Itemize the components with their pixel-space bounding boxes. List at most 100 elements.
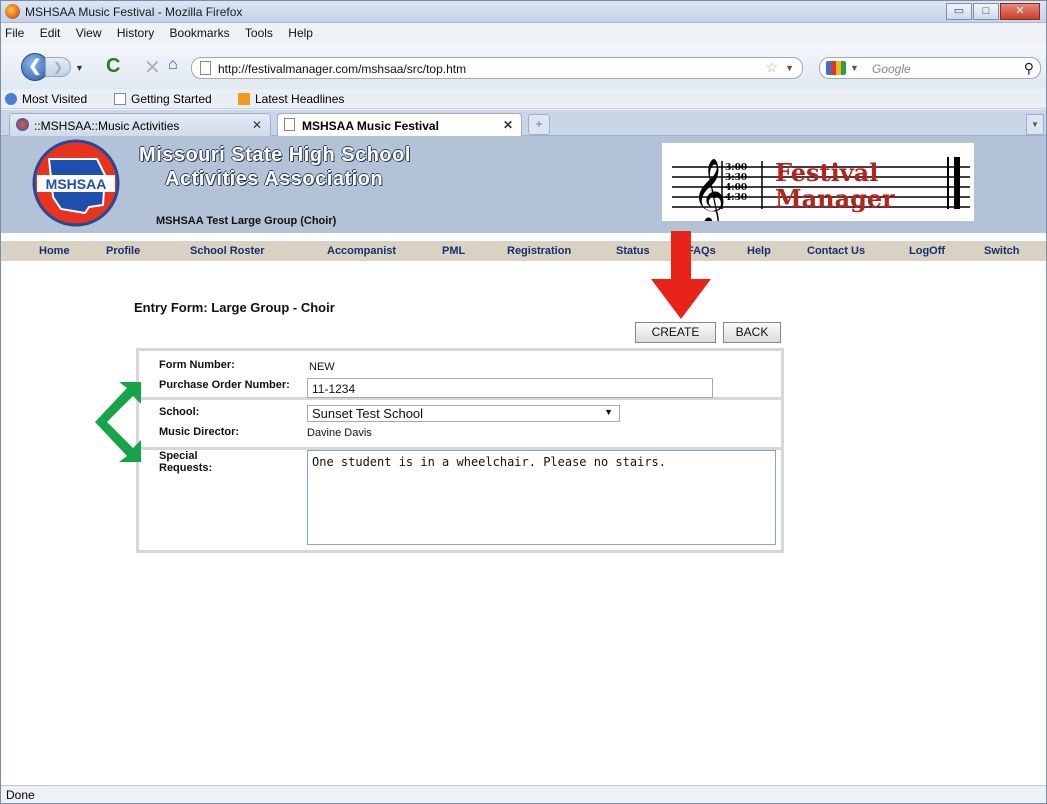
menu-edit[interactable]: Edit xyxy=(34,23,67,40)
bookmarks-toolbar: Most Visited Getting Started Latest Head… xyxy=(1,89,1046,109)
url-text: http://festivalmanager.com/mshsaa/src/to… xyxy=(218,62,467,76)
time-label: 4:00 xyxy=(725,183,748,193)
window-title: MSHSAA Music Festival - Mozilla Firefox xyxy=(25,5,243,19)
url-bar[interactable]: http://festivalmanager.com/mshsaa/src/to… xyxy=(191,57,803,79)
rss-icon xyxy=(238,93,250,105)
forward-button[interactable]: ❯ xyxy=(45,57,71,77)
org-name-line1: Missouri State High School xyxy=(139,144,411,166)
nav-logoff[interactable]: LogOff xyxy=(909,245,945,257)
bookmark-most-visited[interactable]: Most Visited xyxy=(5,92,87,106)
nav-contact-us[interactable]: Contact Us xyxy=(807,245,865,257)
po-number-field[interactable]: 11-1234 xyxy=(307,378,713,398)
search-placeholder: Google xyxy=(872,62,911,76)
page-icon xyxy=(114,93,126,105)
browser-window: MSHSAA Music Festival - Mozilla Firefox … xyxy=(0,0,1047,804)
form-section-ids: Form Number: NEW Purchase Order Number: … xyxy=(139,351,781,400)
history-dropdown-icon[interactable]: ▼ xyxy=(75,63,84,73)
title-bar: MSHSAA Music Festival - Mozilla Firefox … xyxy=(1,1,1046,23)
status-text: Done xyxy=(6,788,35,802)
director-label: Music Director: xyxy=(159,426,240,438)
nav-switch[interactable]: Switch xyxy=(984,245,1019,257)
nav-profile[interactable]: Profile xyxy=(106,245,140,257)
manager-word: Manager xyxy=(775,184,895,213)
school-select[interactable]: Sunset Test School ▼ xyxy=(307,405,620,422)
back-form-button[interactable]: BACK xyxy=(723,322,781,343)
navigation-toolbar: ❮ ❯ ▼ C ✕ ⌂ http://festivalmanager.com/m… xyxy=(1,43,1046,89)
director-value: Davine Davis xyxy=(307,427,372,439)
red-down-arrow xyxy=(651,231,711,319)
nav-pml[interactable]: PML xyxy=(442,245,465,257)
form-section-school: School: Sunset Test School ▼ Music Direc… xyxy=(139,400,781,450)
org-name-line2: Activities Association xyxy=(165,168,384,190)
search-icon[interactable]: ⚲ xyxy=(1024,60,1034,77)
bookmark-label: Getting Started xyxy=(131,92,212,106)
url-dropdown-icon[interactable]: ▼ xyxy=(785,63,794,73)
nav-help[interactable]: Help xyxy=(747,245,771,257)
requests-label-2: Requests: xyxy=(159,462,213,474)
tab-close-icon[interactable]: ✕ xyxy=(503,118,513,132)
special-requests-textarea[interactable]: One student is in a wheelchair. Please n… xyxy=(307,450,776,545)
time-label: 4:30 xyxy=(725,193,748,203)
mshsaa-logo: MSHSAA xyxy=(32,139,120,227)
festival-times: 3:00 3:30 4:00 4:30 xyxy=(725,163,747,203)
reload-icon[interactable]: C xyxy=(106,55,120,78)
most-visited-icon xyxy=(5,93,17,105)
stop-icon[interactable]: ✕ xyxy=(144,55,161,80)
school-label: School: xyxy=(159,406,200,418)
minimize-button[interactable]: ▭ xyxy=(946,3,972,20)
nav-status[interactable]: Status xyxy=(616,245,650,257)
po-label: Purchase Order Number: xyxy=(159,379,290,391)
chevron-down-icon: ▼ xyxy=(604,407,613,417)
menu-file[interactable]: File xyxy=(1,23,30,40)
menu-tools[interactable]: Tools xyxy=(239,23,279,40)
tab-label: MSHSAA Music Festival xyxy=(302,119,439,133)
site-header: MSHSAA Missouri State High School Activi… xyxy=(1,136,1046,233)
form-title: Entry Form: Large Group - Choir xyxy=(134,300,335,315)
google-icon[interactable] xyxy=(826,61,846,75)
menu-history[interactable]: History xyxy=(111,23,160,40)
page-icon xyxy=(200,61,211,75)
mshsaa-icon xyxy=(16,118,29,131)
festival-word: Festival xyxy=(775,158,879,187)
svg-text:𝄞: 𝄞 xyxy=(692,157,726,221)
entry-form: Form Number: NEW Purchase Order Number: … xyxy=(136,348,784,553)
form-number-label: Form Number: xyxy=(159,359,235,371)
form-section-requests: Special Requests: One student is in a wh… xyxy=(139,450,781,550)
page-content: MSHSAA Missouri State High School Activi… xyxy=(1,136,1046,785)
nav-school-roster[interactable]: School Roster xyxy=(190,245,265,257)
form-number-value: NEW xyxy=(309,361,335,373)
new-tab-button[interactable]: + xyxy=(528,114,550,135)
tab-music-festival[interactable]: MSHSAA Music Festival ✕ xyxy=(277,113,522,137)
search-engine-dropdown-icon[interactable]: ▼ xyxy=(850,63,859,73)
bookmark-latest-headlines[interactable]: Latest Headlines xyxy=(238,92,344,106)
home-icon[interactable]: ⌂ xyxy=(168,56,178,74)
nav-registration[interactable]: Registration xyxy=(507,245,571,257)
maximize-button[interactable]: □ xyxy=(973,3,999,20)
bookmark-getting-started[interactable]: Getting Started xyxy=(114,92,212,106)
menu-view[interactable]: View xyxy=(70,23,108,40)
status-bar: Done xyxy=(1,785,1046,803)
logo-text: MSHSAA xyxy=(46,176,107,192)
tab-close-icon[interactable]: ✕ xyxy=(252,118,262,132)
tab-bar: ::MSHSAA::Music Activities ✕ MSHSAA Musi… xyxy=(1,110,1046,137)
menu-bookmarks[interactable]: Bookmarks xyxy=(164,23,236,40)
tab-label: ::MSHSAA::Music Activities xyxy=(34,119,180,133)
tab-list-icon[interactable]: ▼ xyxy=(1026,114,1044,135)
bookmark-label: Latest Headlines xyxy=(255,92,345,106)
page-icon xyxy=(284,118,295,131)
close-button[interactable]: ✕ xyxy=(1000,3,1040,20)
green-double-arrow xyxy=(95,382,141,462)
group-name: MSHSAA Test Large Group (Choir) xyxy=(156,215,337,227)
school-selected-value: Sunset Test School xyxy=(312,406,424,421)
time-label: 3:00 xyxy=(725,163,748,173)
bookmark-star-icon[interactable]: ☆ xyxy=(765,59,778,76)
time-label: 3:30 xyxy=(725,173,748,183)
menu-help[interactable]: Help xyxy=(282,23,319,40)
tab-music-activities[interactable]: ::MSHSAA::Music Activities ✕ xyxy=(9,113,271,136)
site-nav-bar: Home Profile School Roster Accompanist P… xyxy=(1,241,1046,261)
requests-label-1: Special xyxy=(159,450,198,462)
nav-accompanist[interactable]: Accompanist xyxy=(327,245,396,257)
screenshot-root: MSHSAA Music Festival - Mozilla Firefox … xyxy=(0,0,1047,804)
search-box[interactable]: ▼ Google ⚲ xyxy=(819,57,1041,79)
nav-home[interactable]: Home xyxy=(39,245,70,257)
